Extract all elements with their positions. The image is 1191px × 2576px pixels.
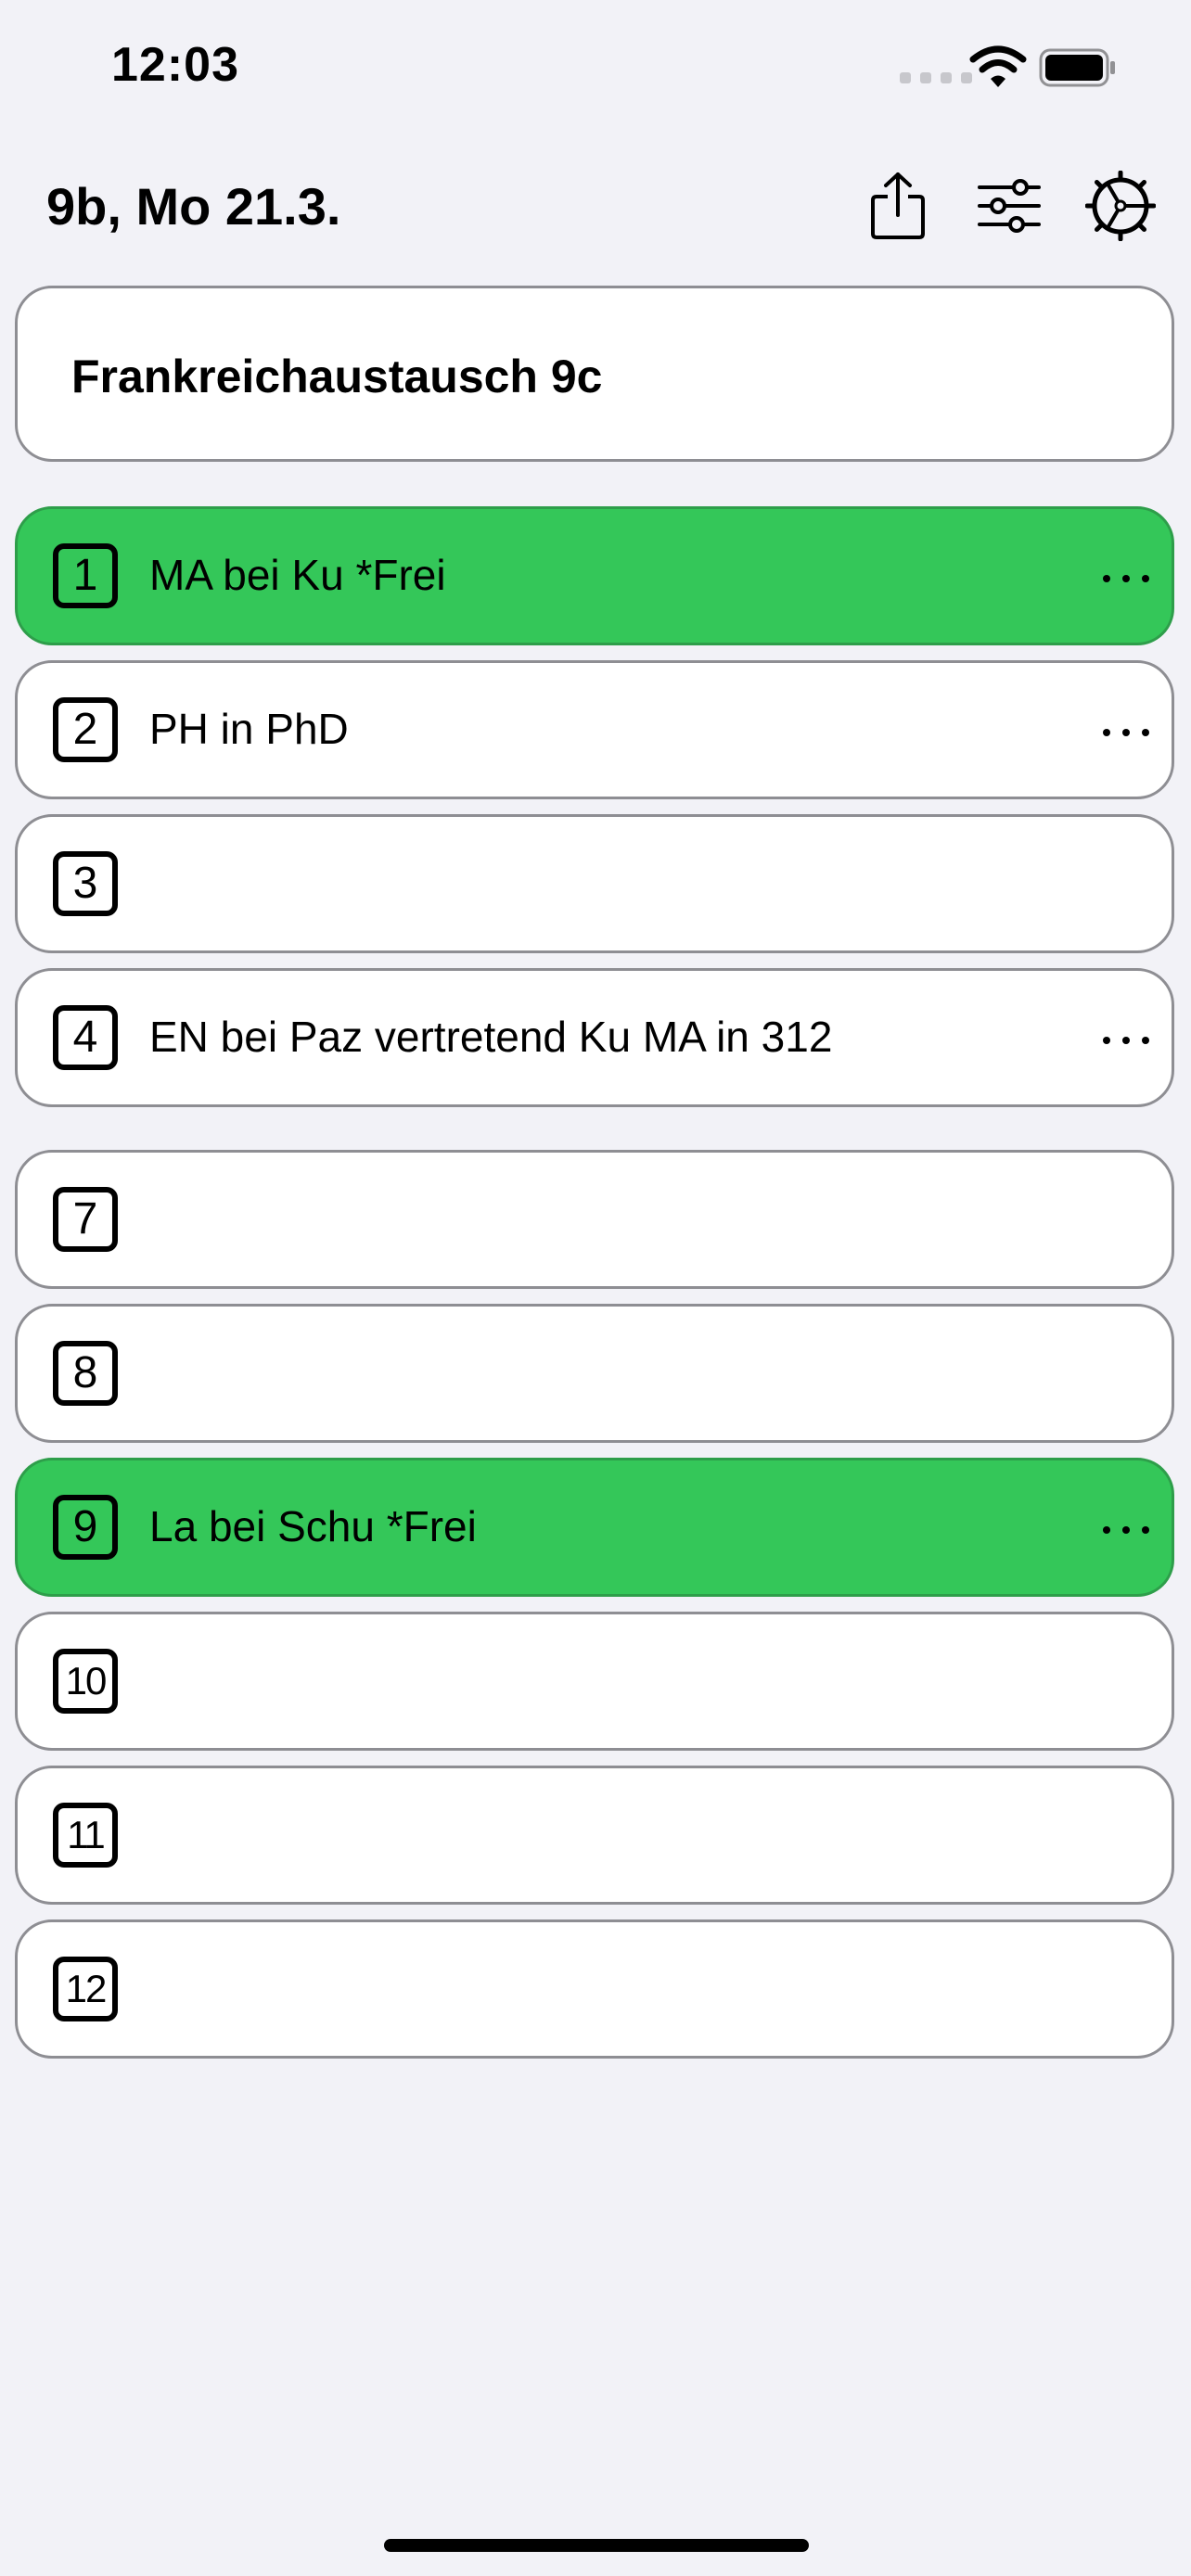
- lesson-row-11[interactable]: 11: [15, 1766, 1174, 1905]
- lesson-number: 4: [53, 1005, 118, 1070]
- filter-sliders-icon: [978, 179, 1041, 233]
- lesson-row-4[interactable]: 4 EN bei Paz vertretend Ku MA in 312: [15, 968, 1174, 1107]
- more-icon[interactable]: [1103, 1516, 1149, 1544]
- status-bar: 12:03: [0, 0, 1191, 139]
- lesson-number: 1: [53, 543, 118, 608]
- share-button[interactable]: [852, 159, 944, 252]
- settings-wheel-icon: [1085, 171, 1156, 241]
- lesson-row-9[interactable]: 9 La bei Schu *Frei: [15, 1458, 1174, 1597]
- cellular-signal-icon: [900, 72, 972, 83]
- settings-button[interactable]: [1074, 159, 1167, 252]
- header: 9b, Mo 21.3.: [0, 148, 1191, 269]
- lesson-row-3[interactable]: 3: [15, 814, 1174, 953]
- share-icon: [871, 172, 925, 239]
- lesson-number: 11: [53, 1803, 118, 1868]
- battery-icon: [1039, 48, 1115, 87]
- note-text: Frankreichaustausch 9c: [71, 351, 603, 402]
- lesson-text: PH in PhD: [149, 705, 349, 753]
- lesson-number: 8: [53, 1341, 118, 1406]
- lesson-row-12[interactable]: 12: [15, 1919, 1174, 2059]
- lesson-number: 3: [53, 851, 118, 916]
- lesson-row-2[interactable]: 2 PH in PhD: [15, 660, 1174, 799]
- lesson-number: 2: [53, 697, 118, 762]
- lesson-row-8[interactable]: 8: [15, 1304, 1174, 1443]
- lesson-text: MA bei Ku *Frei: [149, 551, 446, 599]
- more-icon[interactable]: [1103, 719, 1149, 746]
- page-title: 9b, Mo 21.3.: [46, 177, 341, 236]
- lesson-row-10[interactable]: 10: [15, 1612, 1174, 1751]
- lesson-text: EN bei Paz vertretend Ku MA in 312: [149, 1013, 833, 1061]
- more-icon[interactable]: [1103, 1027, 1149, 1054]
- lesson-number: 12: [53, 1957, 118, 2021]
- filter-button[interactable]: [963, 159, 1056, 252]
- lesson-number: 10: [53, 1649, 118, 1714]
- lesson-text: La bei Schu *Frei: [149, 1502, 477, 1550]
- status-time: 12:03: [111, 38, 239, 92]
- home-indicator[interactable]: [384, 2539, 809, 2552]
- wifi-icon: [969, 45, 1027, 87]
- lesson-number: 7: [53, 1187, 118, 1252]
- lesson-number: 9: [53, 1495, 118, 1560]
- more-icon[interactable]: [1103, 565, 1149, 593]
- lesson-row-7[interactable]: 7: [15, 1150, 1174, 1289]
- note-card[interactable]: Frankreichaustausch 9c: [15, 286, 1174, 462]
- lesson-row-1[interactable]: 1 MA bei Ku *Frei: [15, 506, 1174, 645]
